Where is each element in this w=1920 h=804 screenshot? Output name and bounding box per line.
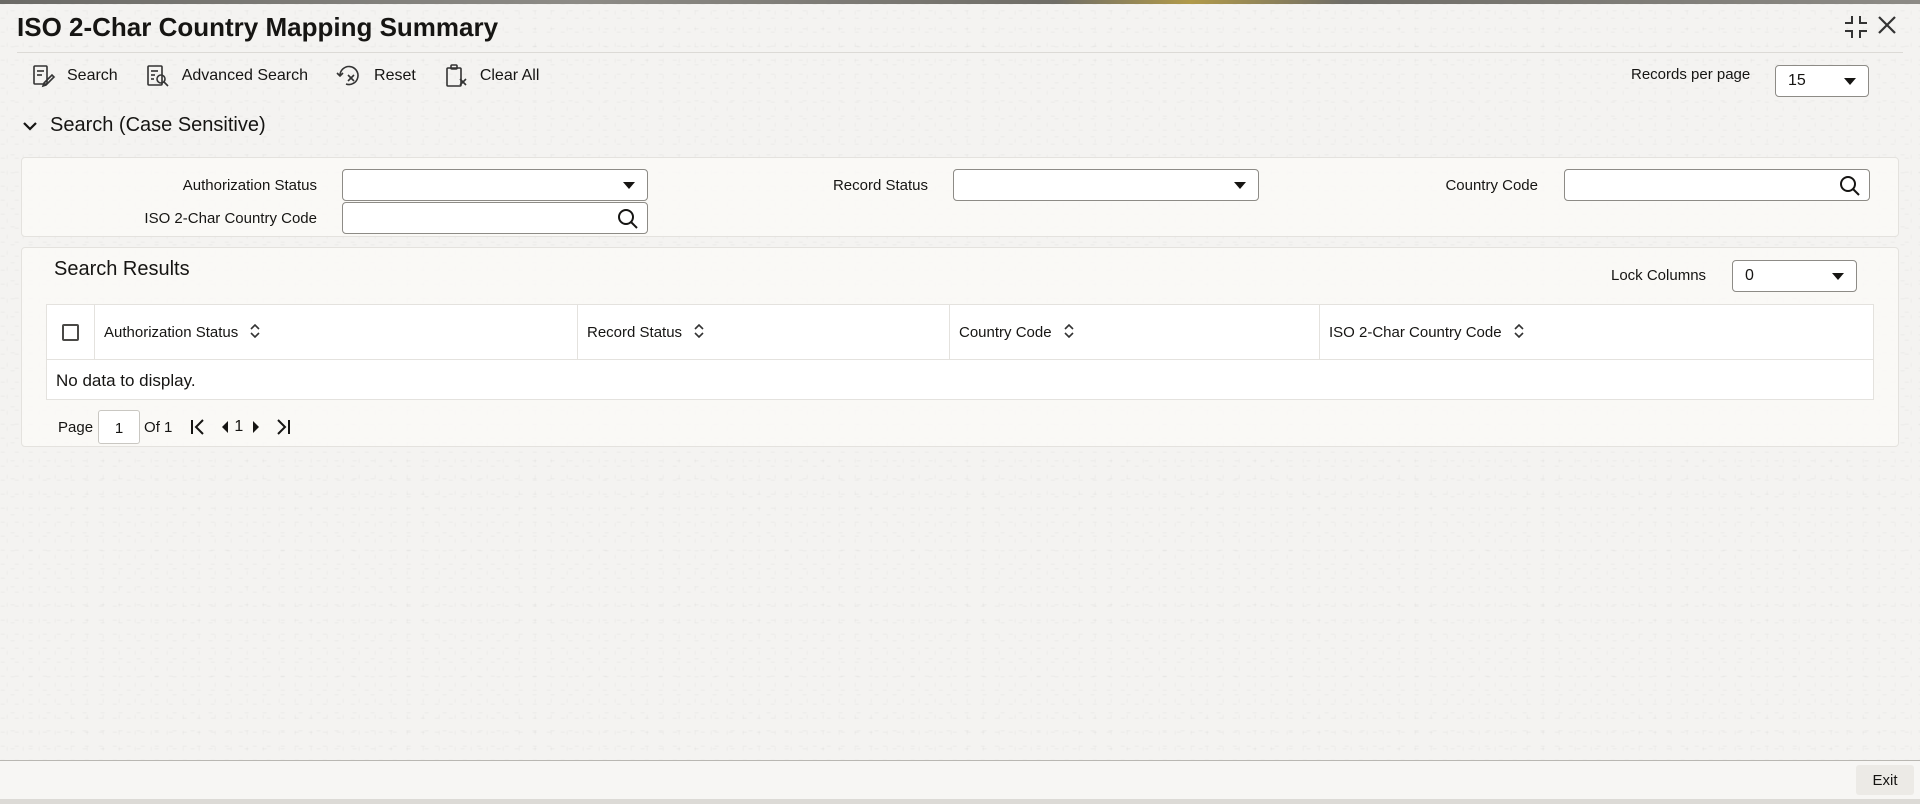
sort-icon[interactable] [1514, 323, 1524, 342]
chevron-down-icon [1832, 273, 1844, 280]
sort-icon[interactable] [694, 323, 704, 342]
sort-icon[interactable] [250, 323, 260, 342]
reset-button-label: Reset [374, 67, 416, 84]
column-header-label: Country Code [959, 324, 1052, 341]
reset-icon [336, 65, 359, 86]
previous-page-icon[interactable] [220, 420, 230, 434]
first-page-icon[interactable] [190, 418, 206, 436]
title-divider [17, 52, 1903, 53]
column-header-iso-country-code[interactable]: ISO 2-Char Country Code [1329, 305, 1524, 360]
last-page-icon[interactable] [275, 418, 291, 436]
page-indicator: 1 [234, 418, 244, 435]
page-number-value: 1 [114, 420, 124, 437]
authorization-status-select[interactable] [342, 169, 648, 201]
advanced-search-button[interactable]: Advanced Search [146, 64, 308, 88]
authorization-status-label: Authorization Status [182, 177, 317, 194]
country-code-input[interactable] [1564, 169, 1870, 201]
top-banner-strip [0, 0, 1920, 4]
select-all-checkbox[interactable] [62, 324, 79, 341]
lock-columns-label: Lock Columns [1611, 267, 1707, 284]
pagination: Page 1 Of 1 1 [58, 410, 291, 444]
search-section-toggle[interactable]: Search (Case Sensitive) [22, 114, 266, 137]
column-divider [94, 305, 95, 360]
exit-button[interactable]: Exit [1856, 765, 1914, 795]
column-header-label: Authorization Status [104, 324, 239, 341]
record-status-label: Record Status [832, 177, 928, 194]
search-button-label: Search [67, 67, 118, 84]
records-per-page-label: Records per page [1631, 66, 1751, 83]
close-icon[interactable] [1876, 14, 1898, 36]
column-divider [1319, 305, 1320, 360]
lock-columns-value: 0 [1745, 267, 1754, 284]
page-number-input[interactable]: 1 [98, 410, 141, 444]
exit-button-label: Exit [1872, 771, 1898, 789]
search-section-heading: Search (Case Sensitive) [50, 114, 266, 136]
iso-country-code-input[interactable] [342, 202, 648, 234]
clear-all-icon [446, 64, 467, 87]
country-code-label: Country Code [1445, 177, 1538, 194]
chevron-down-icon [1234, 182, 1246, 189]
lock-columns-select[interactable]: 0 [1732, 260, 1857, 292]
search-icon [33, 65, 55, 88]
collapse-window-icon[interactable] [1843, 14, 1869, 40]
column-divider [949, 305, 950, 360]
record-status-select[interactable] [953, 169, 1259, 201]
records-per-page-select[interactable]: 15 [1775, 65, 1869, 97]
records-per-page-value: 15 [1788, 72, 1806, 89]
bottom-edge-strip [0, 799, 1920, 804]
sort-icon[interactable] [1063, 323, 1074, 342]
advanced-search-icon [146, 65, 169, 87]
clear-all-button[interactable]: Clear All [444, 64, 540, 88]
iso-country-code-label: ISO 2-Char Country Code [144, 210, 317, 227]
page-count-label: Of 1 [144, 418, 173, 436]
search-button[interactable]: Search [31, 64, 118, 88]
magnifier-icon[interactable] [1839, 175, 1861, 202]
reset-button[interactable]: Reset [336, 64, 416, 88]
page-label: Page [58, 418, 94, 436]
chevron-down-icon [623, 182, 635, 189]
column-divider [577, 305, 578, 360]
column-header-label: ISO 2-Char Country Code [1329, 324, 1502, 341]
column-header-label: Record Status [587, 324, 683, 341]
table-header: Authorization Status Record Status Count… [47, 305, 1873, 360]
results-table: Authorization Status Record Status Count… [46, 304, 1874, 400]
column-header-authorization-status[interactable]: Authorization Status [104, 305, 260, 360]
toolbar: Search Advanced Search Reset Clear All [31, 64, 567, 88]
page-title: ISO 2-Char Country Mapping Summary [17, 12, 499, 42]
chevron-down-icon [23, 121, 37, 131]
next-page-icon[interactable] [251, 420, 261, 434]
advanced-search-button-label: Advanced Search [181, 67, 309, 84]
empty-table-message: No data to display. [56, 371, 196, 390]
magnifier-icon[interactable] [617, 208, 639, 235]
chevron-down-icon [1844, 78, 1856, 85]
clear-all-button-label: Clear All [479, 67, 540, 84]
footer-bar [0, 761, 1920, 804]
search-results-title: Search Results [54, 258, 190, 280]
column-header-country-code[interactable]: Country Code [959, 305, 1074, 360]
column-header-record-status[interactable]: Record Status [587, 305, 704, 360]
